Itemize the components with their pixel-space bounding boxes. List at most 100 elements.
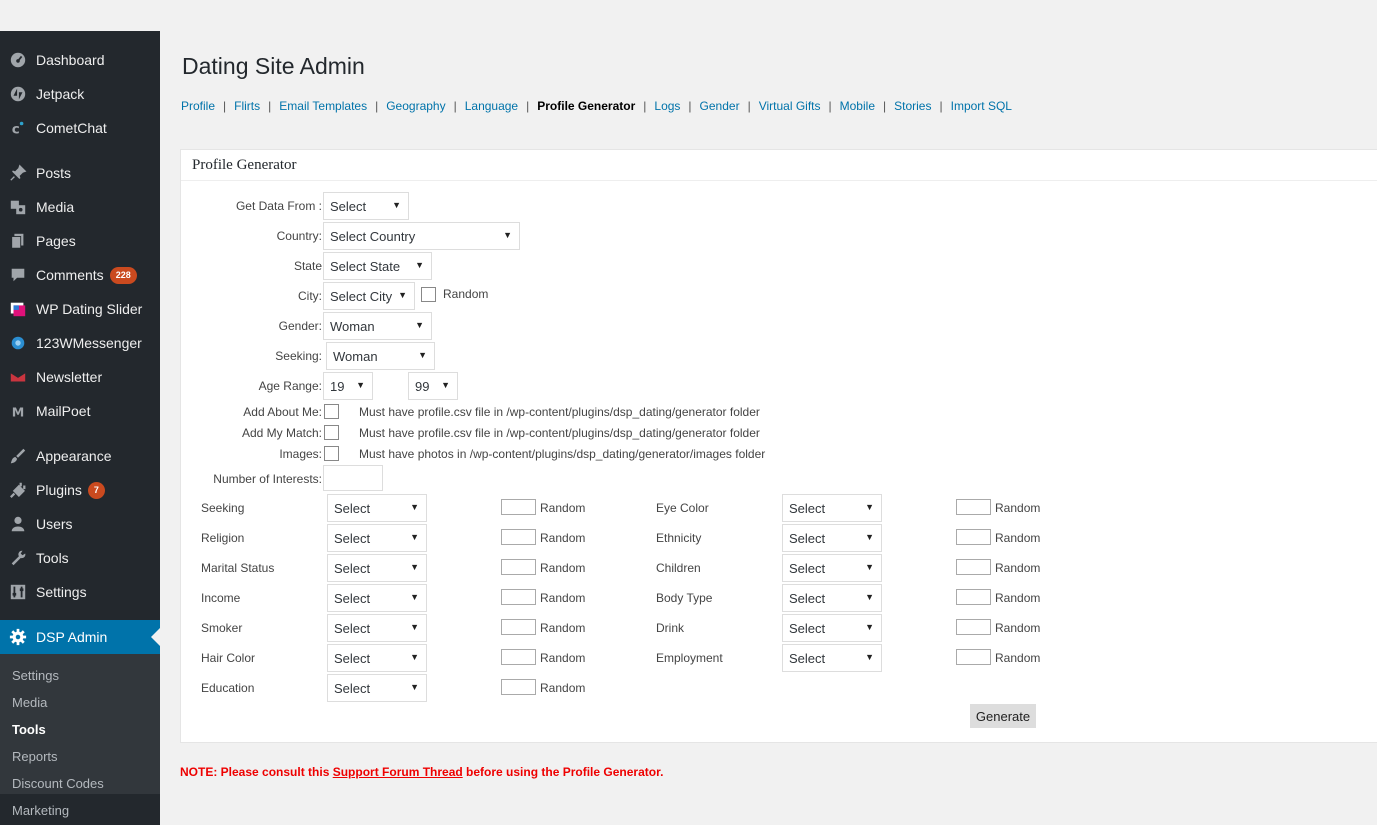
sidebar-item-plugins[interactable]: Plugins 7 bbox=[0, 473, 160, 507]
sidebar-item-appearance[interactable]: Appearance bbox=[0, 439, 160, 473]
add-my-match-note: Must have profile.csv file in /wp-conten… bbox=[359, 426, 760, 440]
tab-geography[interactable]: Geography bbox=[386, 99, 445, 113]
religion-select[interactable]: Select ▼ bbox=[327, 524, 427, 552]
sidebar-item-cometchat[interactable]: c CometChat bbox=[0, 111, 160, 145]
age-max-select[interactable]: 99 ▼ bbox=[408, 372, 458, 400]
add-my-match-checkbox[interactable] bbox=[324, 425, 339, 440]
ethnicity-select[interactable]: Select ▼ bbox=[782, 524, 882, 552]
tab-profile[interactable]: Profile bbox=[181, 99, 215, 113]
tab-virtual-gifts[interactable]: Virtual Gifts bbox=[759, 99, 821, 113]
sidebar-item-users[interactable]: Users bbox=[0, 507, 160, 541]
hair-color-random-input[interactable] bbox=[501, 649, 536, 665]
get-data-from-label: Get Data From : bbox=[235, 199, 322, 213]
generate-button[interactable]: Generate bbox=[970, 704, 1036, 728]
country-select[interactable]: Select Country ▼ bbox=[323, 222, 520, 250]
gender-select[interactable]: Woman ▼ bbox=[323, 312, 432, 340]
income-select[interactable]: Select ▼ bbox=[327, 584, 427, 612]
plugin-icon bbox=[0, 481, 36, 499]
tab-flirts[interactable]: Flirts bbox=[234, 99, 260, 113]
drink-random-input[interactable] bbox=[956, 619, 991, 635]
age-min-select[interactable]: 19 ▼ bbox=[323, 372, 373, 400]
note-prefix: NOTE: Please consult this bbox=[180, 765, 333, 779]
sidebar-item-newsletter[interactable]: Newsletter bbox=[0, 360, 160, 394]
submenu-item-tools[interactable]: Tools bbox=[12, 722, 46, 737]
seeking-select[interactable]: Select ▼ bbox=[327, 494, 427, 522]
sidebar-item-dashboard[interactable]: Dashboard bbox=[0, 43, 160, 77]
sidebar-item-mailpoet[interactable]: M MailPoet bbox=[0, 394, 160, 428]
add-about-me-checkbox[interactable] bbox=[324, 404, 339, 419]
marital-status-select[interactable]: Select ▼ bbox=[327, 554, 427, 582]
sidebar-item-wp-dating-slider[interactable]: WP Dating Slider bbox=[0, 292, 160, 326]
education-random-input[interactable] bbox=[501, 679, 536, 695]
panel-title: Profile Generator bbox=[192, 157, 297, 173]
employment-random-label: Random bbox=[995, 651, 1041, 665]
sidebar-item-tools[interactable]: Tools bbox=[0, 541, 160, 575]
sidebar-item-dsp-admin[interactable]: DSP Admin bbox=[0, 620, 160, 654]
svg-text:c: c bbox=[12, 121, 20, 137]
chevron-down-icon: ▼ bbox=[503, 230, 512, 240]
age-range-label: Age Range: bbox=[258, 379, 322, 393]
count-badge: 228 bbox=[109, 266, 137, 284]
children-select[interactable]: Select ▼ bbox=[782, 554, 882, 582]
gender-value: Woman bbox=[330, 318, 375, 334]
body-type-select[interactable]: Select ▼ bbox=[782, 584, 882, 612]
ethnicity-random-input[interactable] bbox=[956, 529, 991, 545]
sidebar-item-pages[interactable]: Pages bbox=[0, 224, 160, 258]
drink-select[interactable]: Select ▼ bbox=[782, 614, 882, 642]
income-value: Select bbox=[334, 590, 371, 606]
tab-profile-generator[interactable]: Profile Generator bbox=[537, 99, 635, 113]
submenu-item-discount-codes[interactable]: Discount Codes bbox=[12, 776, 104, 791]
chevron-down-icon: ▼ bbox=[410, 562, 419, 572]
marital-status-random-input[interactable] bbox=[501, 559, 536, 575]
sidebar-item-settings[interactable]: Settings bbox=[0, 575, 160, 609]
sidebar-item-123wmessenger[interactable]: 123WMessenger bbox=[0, 326, 160, 360]
submenu-item-media[interactable]: Media bbox=[12, 695, 47, 710]
smoker-random-input[interactable] bbox=[501, 619, 536, 635]
eye-color-random-input[interactable] bbox=[956, 499, 991, 515]
eye-color-select[interactable]: Select ▼ bbox=[782, 494, 882, 522]
chevron-down-icon: ▼ bbox=[410, 592, 419, 602]
city-random-checkbox[interactable] bbox=[421, 287, 436, 302]
city-select[interactable]: Select City ▼ bbox=[323, 282, 415, 310]
tab-stories[interactable]: Stories bbox=[894, 99, 931, 113]
body-type-random-input[interactable] bbox=[956, 589, 991, 605]
tab-gender[interactable]: Gender bbox=[700, 99, 740, 113]
sidebar-item-posts[interactable]: Posts bbox=[0, 156, 160, 190]
submenu-item-settings[interactable]: Settings bbox=[12, 668, 59, 683]
education-select[interactable]: Select ▼ bbox=[327, 674, 427, 702]
tab-logs[interactable]: Logs bbox=[654, 99, 680, 113]
images-checkbox[interactable] bbox=[324, 446, 339, 461]
seeking-random-input[interactable] bbox=[501, 499, 536, 515]
num-interests-input[interactable] bbox=[323, 465, 383, 491]
sidebar-item-media[interactable]: Media bbox=[0, 190, 160, 224]
submenu-item-reports[interactable]: Reports bbox=[12, 749, 58, 764]
children-random-input[interactable] bbox=[956, 559, 991, 575]
employment-select[interactable]: Select ▼ bbox=[782, 644, 882, 672]
tab-email-templates[interactable]: Email Templates bbox=[279, 99, 367, 113]
employment-random-input[interactable] bbox=[956, 649, 991, 665]
tab-language[interactable]: Language bbox=[465, 99, 518, 113]
hair-color-select[interactable]: Select ▼ bbox=[327, 644, 427, 672]
tab-import-sql[interactable]: Import SQL bbox=[951, 99, 1012, 113]
smoker-select[interactable]: Select ▼ bbox=[327, 614, 427, 642]
get-data-from-select[interactable]: Select ▼ bbox=[323, 192, 409, 220]
tab-mobile[interactable]: Mobile bbox=[840, 99, 875, 113]
images-label: Images: bbox=[279, 447, 322, 461]
chevron-down-icon: ▼ bbox=[410, 622, 419, 632]
tab-separator: | bbox=[747, 99, 751, 113]
submenu-item-marketing[interactable]: Marketing bbox=[12, 803, 69, 818]
sidebar-item-comments[interactable]: Comments 228 bbox=[0, 258, 160, 292]
state-select[interactable]: Select State ▼ bbox=[323, 252, 432, 280]
seeking-select[interactable]: Woman ▼ bbox=[326, 342, 435, 370]
support-forum-link[interactable]: Support Forum Thread bbox=[333, 765, 463, 779]
chevron-down-icon: ▼ bbox=[418, 350, 427, 360]
religion-random-input[interactable] bbox=[501, 529, 536, 545]
country-label: Country: bbox=[276, 229, 322, 243]
income-random-input[interactable] bbox=[501, 589, 536, 605]
sidebar-item-jetpack[interactable]: Jetpack bbox=[0, 77, 160, 111]
gear-icon bbox=[0, 628, 36, 646]
dashboard-icon bbox=[0, 51, 36, 69]
support-note: NOTE: Please consult this Support Forum … bbox=[180, 765, 663, 779]
chevron-down-icon: ▼ bbox=[356, 380, 365, 390]
drink-random-label: Random bbox=[995, 621, 1041, 635]
